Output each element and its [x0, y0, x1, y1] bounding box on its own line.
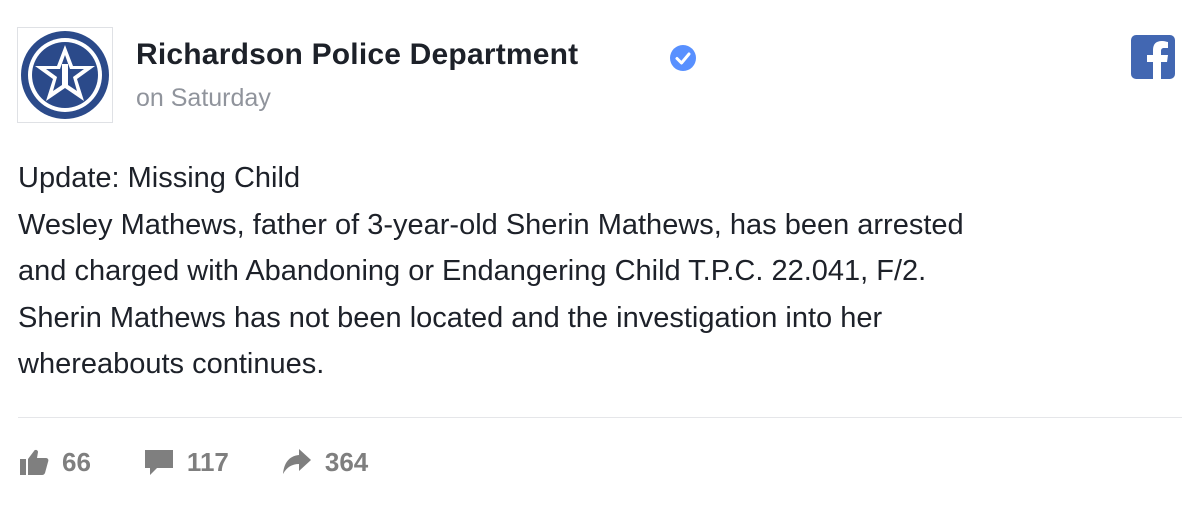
- post-text: Update: Missing Child Wesley Mathews, fa…: [18, 155, 1183, 388]
- thumbs-up-icon: [20, 449, 49, 475]
- comment-count: 117: [186, 446, 229, 477]
- page-name[interactable]: Richardson Police Department: [136, 38, 578, 72]
- post-line: Update: Missing Child: [18, 162, 301, 194]
- post-line: Sherin Mathews has not been located and …: [18, 301, 883, 334]
- verified-badge-icon: [670, 45, 696, 71]
- post-timestamp[interactable]: on Saturday: [136, 84, 271, 113]
- divider: [18, 417, 1182, 418]
- post-line: Wesley Mathews, father of 3-year-old She…: [18, 208, 964, 241]
- share-button[interactable]: 364: [281, 446, 368, 478]
- avatar[interactable]: [17, 27, 113, 123]
- facebook-icon[interactable]: [1131, 35, 1175, 79]
- post-line: and charged with Abandoning or Endangeri…: [18, 255, 927, 287]
- engagement-bar: 66 117 364: [18, 446, 420, 478]
- share-arrow-icon: [282, 449, 311, 474]
- comment-button[interactable]: 117: [143, 446, 229, 478]
- police-badge-logo: [21, 31, 109, 119]
- like-button[interactable]: 66: [18, 446, 91, 478]
- comment-icon: [144, 450, 173, 475]
- like-count: 66: [62, 446, 91, 477]
- post-line: whereabouts continues.: [18, 348, 325, 380]
- share-count: 364: [324, 446, 369, 477]
